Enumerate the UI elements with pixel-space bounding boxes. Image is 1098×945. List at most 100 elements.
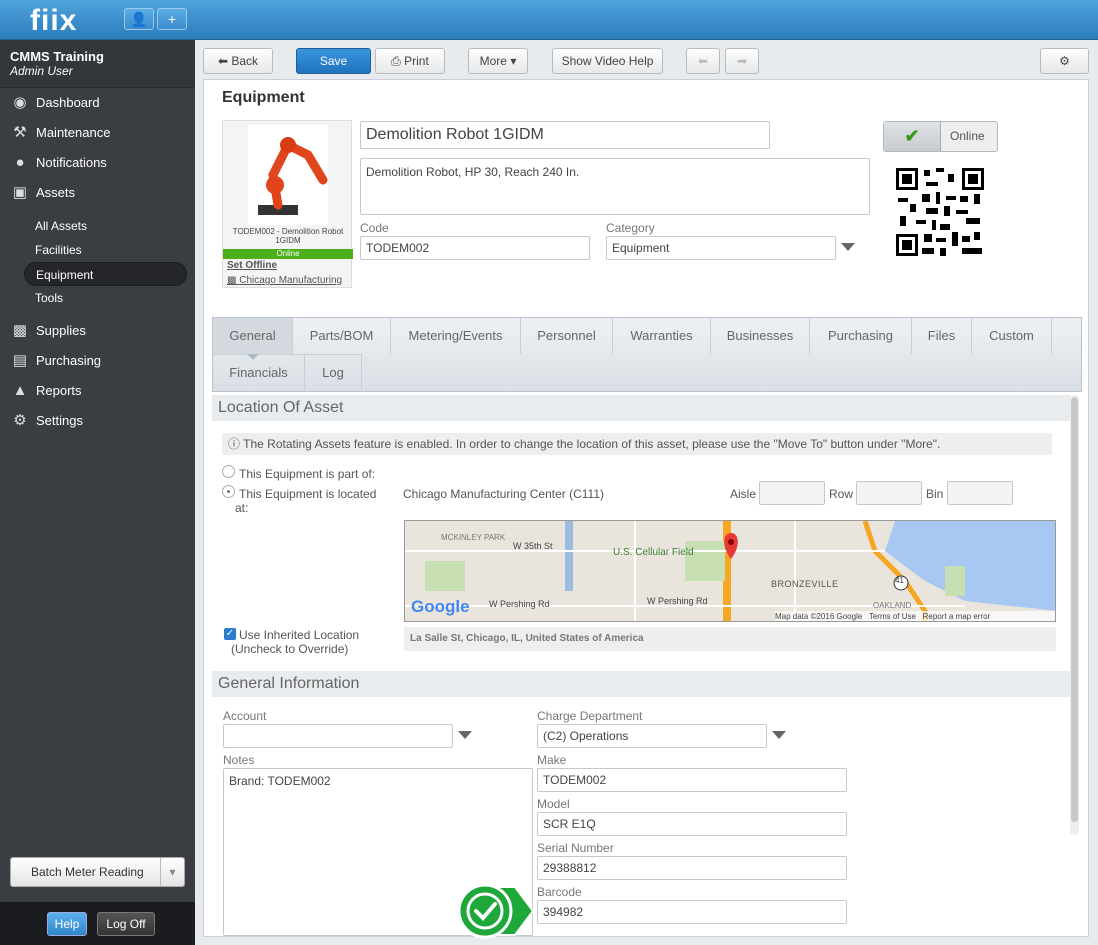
status-badge: Online bbox=[223, 249, 353, 259]
robot-image[interactable] bbox=[248, 125, 328, 225]
tab-purchasing[interactable]: Purchasing bbox=[810, 318, 912, 354]
settings-gear-button[interactable]: ⚙ bbox=[1040, 48, 1089, 74]
tab-parts-bom[interactable]: Parts/BOM bbox=[293, 318, 391, 354]
scrollbar-thumb[interactable] bbox=[1071, 397, 1078, 822]
scrollbar[interactable] bbox=[1070, 395, 1079, 835]
serial-number-input[interactable]: 29388812 bbox=[537, 856, 847, 880]
qr-code[interactable] bbox=[896, 168, 984, 256]
bin-input[interactable] bbox=[947, 481, 1013, 505]
charge-department-dropdown-icon[interactable] bbox=[772, 731, 786, 739]
nav-maintenance[interactable]: ⚒ Maintenance bbox=[0, 118, 195, 148]
online-label: Online bbox=[950, 129, 985, 143]
help-button[interactable]: Help bbox=[47, 912, 87, 936]
map-data-credit: Map data ©2016 Google bbox=[775, 612, 863, 621]
set-offline-link[interactable]: Set Offline bbox=[227, 260, 277, 271]
barcode-input[interactable]: 394982 bbox=[537, 900, 847, 924]
arrow-left-icon: ⬅ bbox=[697, 54, 709, 68]
report-map-error-link[interactable]: Report a map error bbox=[923, 612, 991, 621]
sidebar: CMMS Training Admin User ◉ Dashboard ⚒ Mai… bbox=[0, 40, 195, 945]
chevron-down-icon[interactable]: ▾ bbox=[160, 858, 184, 886]
model-input[interactable]: SCR E1Q bbox=[537, 812, 847, 836]
caret-down-icon: ▾ bbox=[510, 54, 517, 68]
tab-bar: General Parts/BOM Metering/Events Person… bbox=[212, 317, 1082, 392]
tab-businesses[interactable]: Businesses bbox=[711, 318, 810, 354]
tab-warranties[interactable]: Warranties bbox=[613, 318, 711, 354]
map-label-bronzeville: BRONZEVILLE bbox=[771, 579, 839, 589]
add-button[interactable]: + bbox=[157, 8, 187, 30]
account-dropdown-icon[interactable] bbox=[458, 731, 472, 739]
nav-facilities[interactable]: Facilities bbox=[0, 238, 195, 262]
page-title: Equipment bbox=[222, 89, 305, 106]
notice-text: The Rotating Assets feature is enabled. … bbox=[243, 437, 941, 451]
nav-tools[interactable]: Tools bbox=[0, 286, 195, 310]
charge-department-select[interactable]: (C2) Operations bbox=[537, 724, 767, 748]
batch-meter-reading-button[interactable]: Batch Meter Reading ▾ bbox=[10, 857, 185, 887]
account-select[interactable] bbox=[223, 724, 453, 748]
row-input[interactable] bbox=[856, 481, 922, 505]
part-of-radio[interactable] bbox=[222, 465, 235, 478]
nav-label: Dashboard bbox=[36, 95, 100, 110]
map-label-oakland: OAKLAND bbox=[873, 601, 912, 610]
fiix-logo[interactable]: fiix bbox=[30, 4, 77, 38]
location-link-label: Chicago Manufacturing bbox=[239, 275, 343, 286]
terms-of-use-link[interactable]: Terms of Use bbox=[869, 612, 916, 621]
route-41-label: 41 bbox=[895, 576, 904, 585]
tab-metering-events[interactable]: Metering/Events bbox=[391, 318, 521, 354]
inherit-location-checkbox[interactable]: ✓ bbox=[224, 628, 236, 640]
map-attribution: Map data ©2016 Google Terms of Use Repor… bbox=[775, 611, 1055, 621]
description-textarea[interactable]: Demolition Robot, HP 30, Reach 240 In. bbox=[360, 158, 870, 215]
location-map[interactable]: MCKINLEY PARK W 35th St U.S. Cellular Fi… bbox=[404, 520, 1056, 622]
tab-general[interactable]: General bbox=[213, 318, 293, 354]
nav-purchasing[interactable]: ▤ Purchasing bbox=[0, 346, 195, 376]
log-off-button[interactable]: Log Off bbox=[97, 912, 155, 936]
sidebar-footer: Help Log Off bbox=[0, 902, 195, 945]
save-button[interactable]: Save bbox=[296, 48, 371, 74]
cart-icon: ▤ bbox=[12, 352, 28, 369]
tab-personnel[interactable]: Personnel bbox=[521, 318, 613, 354]
make-input[interactable]: TODEM002 bbox=[537, 768, 847, 792]
nav-reports[interactable]: ▲ Reports bbox=[0, 376, 195, 406]
nav-label: Assets bbox=[36, 185, 76, 200]
tab-custom[interactable]: Custom bbox=[972, 318, 1052, 354]
back-label: Back bbox=[231, 54, 259, 68]
next-record-button[interactable]: ➡ bbox=[725, 48, 759, 74]
arrow-left-icon: ⬅ bbox=[217, 54, 229, 68]
nav-all-assets[interactable]: All Assets bbox=[0, 214, 195, 238]
location-link[interactable]: ▩ Chicago Manufacturing bbox=[227, 275, 351, 286]
category-dropdown-icon[interactable] bbox=[841, 243, 855, 251]
toolbar: ⬅ Back Save ⎙ Print More ▾ Show Video He… bbox=[203, 48, 1089, 76]
nav-equipment[interactable]: Equipment bbox=[24, 262, 187, 286]
equipment-name-input[interactable]: Demolition Robot 1GIDM bbox=[360, 121, 770, 149]
nav-notifications[interactable]: ● Notifications bbox=[0, 148, 195, 178]
online-toggle[interactable]: ✔ Online bbox=[883, 121, 998, 152]
barcode-check-callout-icon bbox=[457, 883, 535, 939]
nav-dashboard[interactable]: ◉ Dashboard bbox=[0, 88, 195, 118]
top-bar: fiix 👤 + bbox=[0, 0, 1098, 40]
located-at-radio[interactable] bbox=[222, 485, 235, 498]
info-icon: ⓘ bbox=[228, 437, 241, 451]
previous-record-button[interactable]: ⬅ bbox=[686, 48, 720, 74]
tab-files[interactable]: Files bbox=[912, 318, 972, 354]
model-label: Model bbox=[537, 797, 570, 811]
map-label-pershing-1: W Pershing Rd bbox=[489, 599, 550, 609]
back-button[interactable]: ⬅ Back bbox=[203, 48, 273, 74]
nav-assets[interactable]: ▣ Assets bbox=[0, 178, 195, 208]
aisle-input[interactable] bbox=[759, 481, 825, 505]
box-icon: ▣ bbox=[12, 184, 28, 201]
tab-log[interactable]: Log bbox=[305, 354, 362, 390]
more-button[interactable]: More ▾ bbox=[468, 48, 528, 74]
nav-settings[interactable]: ⚙ Settings bbox=[0, 406, 195, 436]
code-input[interactable]: TODEM002 bbox=[360, 236, 590, 260]
wrench-icon: ⚒ bbox=[13, 124, 27, 141]
arrow-right-icon: ➡ bbox=[736, 54, 748, 68]
tab-financials[interactable]: Financials bbox=[213, 354, 305, 390]
category-select[interactable]: Equipment bbox=[606, 236, 836, 260]
nav-supplies[interactable]: ▩ Supplies bbox=[0, 316, 195, 346]
account-label: Account bbox=[223, 709, 267, 723]
show-video-help-button[interactable]: Show Video Help bbox=[552, 48, 663, 74]
user-button[interactable]: 👤 bbox=[124, 8, 154, 30]
company-block: CMMS Training Admin User bbox=[0, 40, 195, 88]
facility-name[interactable]: Chicago Manufacturing Center (C111) bbox=[403, 487, 604, 501]
print-button[interactable]: ⎙ Print bbox=[375, 48, 445, 74]
google-logo: Google bbox=[411, 597, 470, 616]
